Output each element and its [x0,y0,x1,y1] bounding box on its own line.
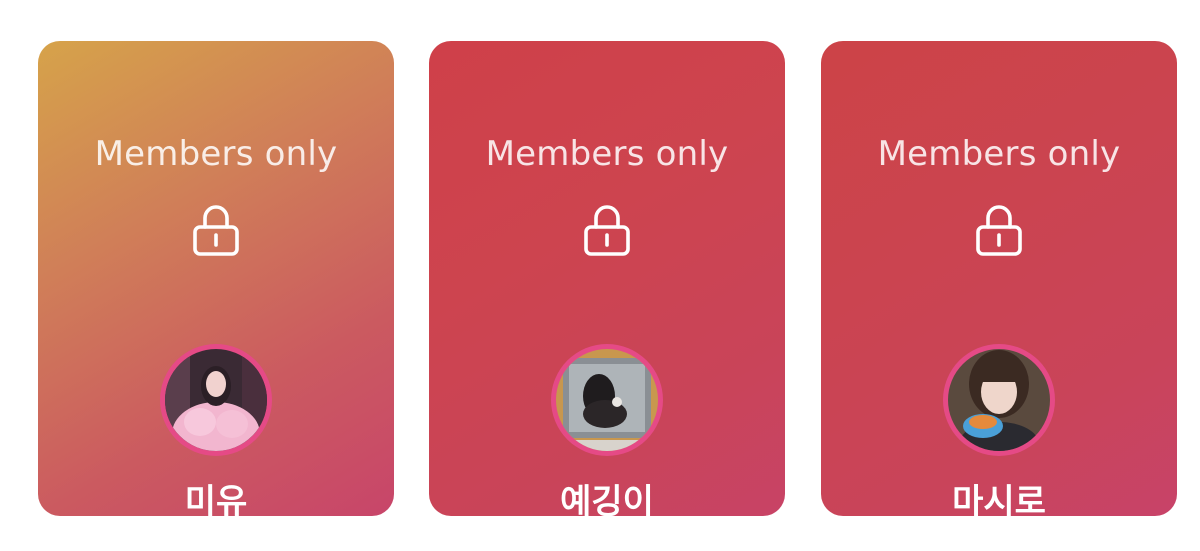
avatar-photo-pink-dress [165,349,267,451]
member-name: 마시로 [952,482,1046,516]
avatar[interactable] [551,344,663,456]
member-card[interactable]: Members only 미유 [38,41,394,516]
avatar[interactable] [943,344,1055,456]
avatar[interactable] [160,344,272,456]
lock-icon [584,205,630,256]
avatar-photo-mirror-selfie [556,349,658,451]
member-name: 미유 [184,482,248,516]
lock-icon [976,205,1022,256]
member-card[interactable]: Members only 예깅이 [429,41,785,516]
members-only-label: Members only [877,134,1121,174]
lock-icon [193,205,239,256]
member-card[interactable]: Members only 마시로 [821,41,1177,516]
members-only-cards-row: Members only 미유 Members only 예깅이 Members… [0,0,1200,551]
members-only-label: Members only [94,134,338,174]
member-name: 예깅이 [560,482,654,516]
avatar-photo-eating [948,349,1050,451]
members-only-label: Members only [485,134,729,174]
